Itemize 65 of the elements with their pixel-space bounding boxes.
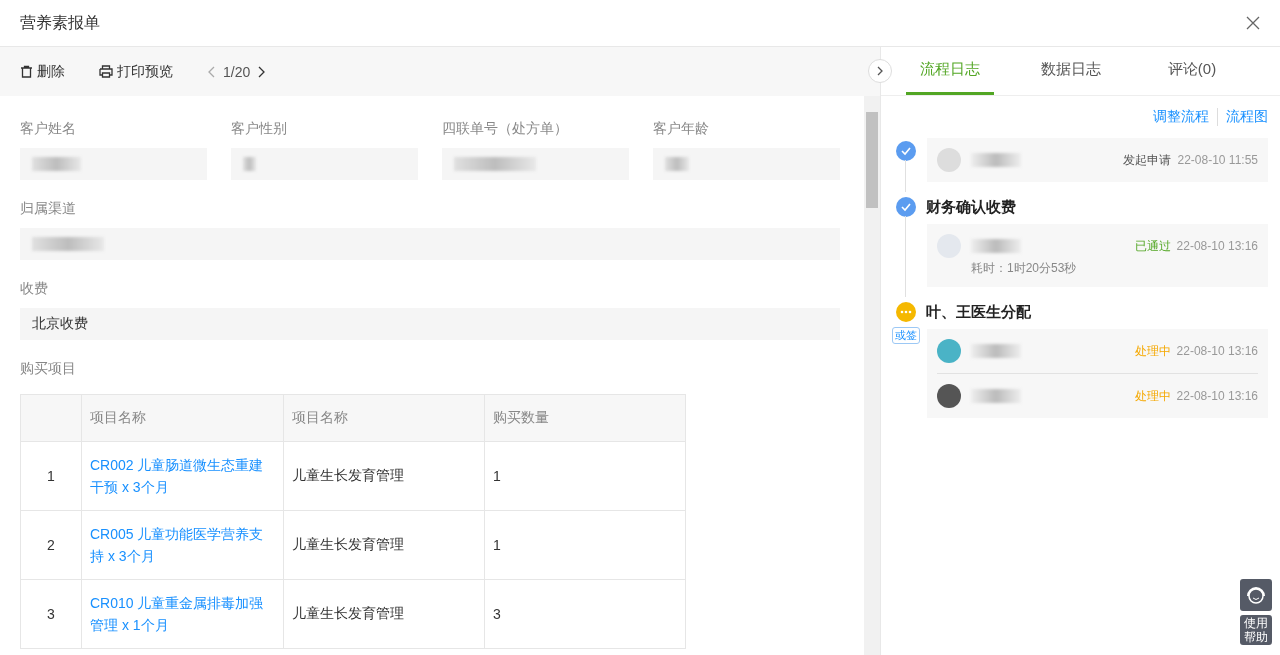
column-header: 项目名称: [283, 394, 485, 442]
record-status: 处理中: [1134, 342, 1171, 360]
redacted-name: [971, 344, 1021, 358]
field-label: 客户姓名: [20, 120, 77, 138]
field-label: 收费: [20, 280, 49, 298]
record-status: 处理中: [1134, 387, 1171, 405]
record-time: 22-08-10 13:16: [1176, 389, 1258, 403]
record-time: 22-08-10 11:55: [1177, 153, 1258, 167]
step-title: 财务确认收费: [926, 197, 1016, 217]
field-label: 客户性别: [231, 120, 288, 138]
column-header: 购买数量: [484, 394, 686, 442]
chevron-right-icon: [877, 66, 883, 76]
window-title: 营养素报单: [20, 12, 100, 33]
table-cell: 儿童生长发育管理: [283, 441, 485, 511]
scrollbar-thumb[interactable]: [866, 112, 878, 208]
record-time: 22-08-10 13:16: [1176, 344, 1258, 358]
record-duration: 耗时：1时20分53秒: [971, 260, 1078, 277]
trash-icon: [20, 65, 33, 78]
redacted-text: [32, 157, 81, 171]
redacted-text: [243, 157, 257, 171]
table-cell: 儿童生长发育管理: [283, 579, 485, 649]
table-cell: 3: [484, 579, 686, 649]
tab[interactable]: 评论(0): [1148, 47, 1236, 95]
headset-icon[interactable]: [1240, 579, 1272, 611]
column-header: 项目名称: [81, 394, 284, 442]
table-cell: 2: [20, 510, 82, 580]
record-status: 已通过: [1134, 237, 1171, 255]
tab[interactable]: 数据日志: [1027, 47, 1115, 95]
avatar: [937, 148, 961, 172]
field-label: 归属渠道: [20, 200, 77, 218]
field-value: 北京收费: [20, 308, 840, 340]
record-time: 22-08-10 13:16: [1176, 239, 1258, 253]
avatar: [937, 384, 961, 408]
collapse-button[interactable]: [868, 59, 892, 83]
record-status: 发起申请: [1123, 151, 1172, 169]
redacted-name: [971, 153, 1021, 167]
table-cell: 3: [20, 579, 82, 649]
redacted-name: [971, 239, 1021, 253]
close-icon[interactable]: [1246, 16, 1260, 30]
table-cell: 1: [484, 510, 686, 580]
page-counter: 1/20: [223, 63, 251, 80]
print-preview-button[interactable]: 打印预览: [99, 62, 173, 81]
table-cell: 1: [20, 441, 82, 511]
redacted-name: [971, 389, 1021, 403]
table-cell: 儿童生长发育管理: [283, 510, 485, 580]
redacted-text: [32, 237, 104, 251]
step-title: 叶、王医生分配: [926, 302, 1031, 322]
field-label: 四联单号（处方单）: [442, 120, 569, 138]
field-label: 客户年龄: [653, 120, 710, 138]
redacted-text: [665, 157, 690, 171]
action-link[interactable]: 调整流程: [1153, 108, 1209, 126]
action-link[interactable]: 流程图: [1226, 108, 1268, 126]
section-label: 购买项目: [20, 360, 77, 378]
more-icon: [900, 310, 912, 314]
column-header: [20, 394, 82, 442]
tab[interactable]: 流程日志: [906, 47, 994, 95]
table-cell: 1: [484, 441, 686, 511]
scrollbar[interactable]: [864, 96, 880, 655]
chevron-right-icon[interactable]: [258, 65, 267, 78]
chevron-left-icon[interactable]: [207, 65, 215, 78]
sign-tag: 或签: [892, 327, 920, 344]
printer-icon: [99, 65, 113, 78]
avatar: [937, 339, 961, 363]
help-button[interactable]: 使用帮助: [1240, 615, 1272, 645]
delete-button[interactable]: 删除: [20, 62, 65, 81]
